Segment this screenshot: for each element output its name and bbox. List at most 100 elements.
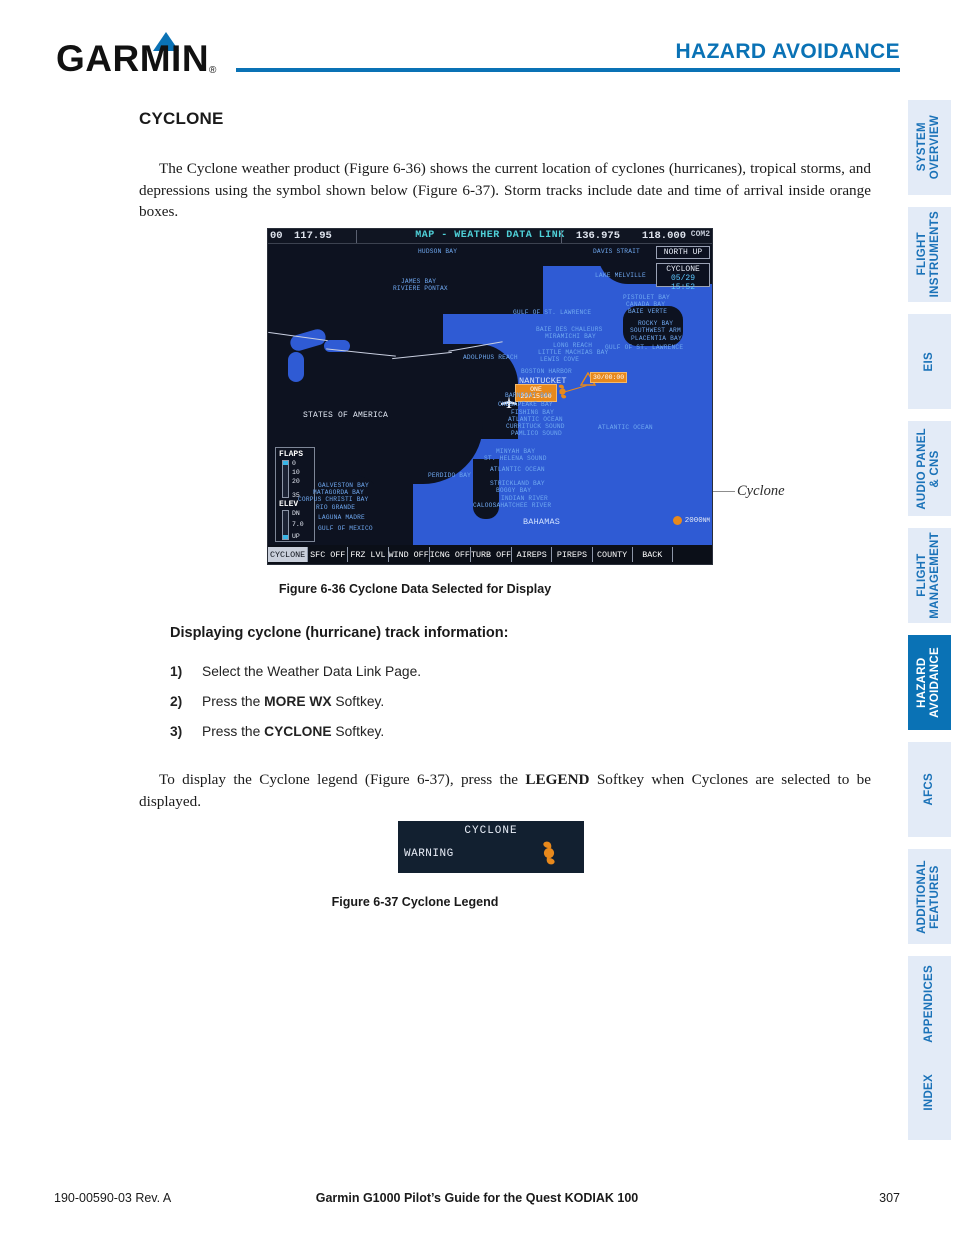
sidebar-tab-audio-panel-cns[interactable]: AUDIO PANEL & CNS [908,421,951,516]
map-label: CURRITUCK SOUND [506,423,565,430]
topbar-divider [561,230,562,243]
page-footer: 190-00590-03 Rev. A Garmin G1000 Pilot’s… [0,1191,954,1211]
softkey-pireps[interactable]: PIREPS [552,547,593,562]
sidebar-tab-label: HAZARD AVOIDANCE [916,647,942,718]
mfd-screenshot-figure: 00 117.95 MAP - WEATHER DATA LINK 136.97… [267,228,713,565]
map-range-indicator: 2000 NM [672,515,710,526]
map-orientation-box[interactable]: NORTH UP [656,246,710,259]
cyclone-symbol-icon [558,384,567,399]
softkey-turb-off[interactable]: TURB OFF [471,547,513,562]
flaps-gauge-label: FLAPS [279,450,304,459]
range-units: NM [702,517,710,524]
flaps-tick: 10 [292,469,300,476]
elev-gauge-scale [282,510,289,540]
softkey-county[interactable]: COUNTY [593,547,633,562]
figure-36-caption: Figure 6-36 Cyclone Data Selected for Di… [278,582,552,596]
sidebar-tab-appendices[interactable]: APPENDICES [908,956,951,1051]
registered-mark: ® [209,65,217,76]
sidebar-tab-label: FLIGHT MANAGEMENT [916,532,942,619]
step-number: 2) [170,694,183,709]
softkey-wind-off[interactable]: WIND OFF [389,547,430,562]
map-label: FISHING BAY [511,409,555,416]
map-label: GULF OF MEXICO [318,525,373,532]
sidebar-tab-label: EIS [922,351,935,372]
map-label: ATLANTIC OCEAN [508,416,563,423]
elev-tick: UP [292,533,300,540]
legend-paragraph: To display the Cyclone legend (Figure 6-… [139,771,871,810]
com2-label: COM2 [690,230,710,239]
sidebar-tab-label: FLIGHT INSTRUMENTS [916,211,942,298]
map-label: NANTUCKET [519,376,567,386]
map-label: CORPUS CHRISTI BAY [298,496,369,503]
map-label: JAMES BAY [401,278,437,285]
softkey-empty [673,547,712,562]
map-label: BOSTON HARBOR [521,368,572,375]
map-label: BAIE VERTE [628,308,668,315]
map-label: HUDSON BAY [418,248,458,255]
map-label: MATAGORDA BAY [313,489,364,496]
map-label: GULF OF ST. LAWRENCE [513,309,592,316]
elev-tick: 7.0 [292,521,304,528]
callout-label-cyclone: Cyclone [737,483,785,499]
sidebar-tab-flight-instruments[interactable]: FLIGHT INSTRUMENTS [908,207,951,302]
map-label: MIRAMICHI BAY [545,333,596,340]
map-label: BOGGY BAY [496,487,532,494]
map-label: CHESAPEAKE BAY [498,401,553,408]
callout-leader-line [713,491,735,492]
weather-product-box[interactable]: CYCLONE 05/29 15:52 [656,263,710,292]
step-number: 3) [170,724,183,739]
map-label: INDIAN RIVER [501,495,548,502]
cyclone-legend-figure: CYCLONE WARNING [398,821,584,873]
elev-tick: DN [292,510,300,517]
map-label: LONG REACH [553,342,593,349]
sidebar-tab-flight-management[interactable]: FLIGHT MANAGEMENT [908,528,951,623]
sidebar-tab-eis[interactable]: EIS [908,314,951,409]
map-label: GULF OF ST. LAWRENCE [605,344,684,351]
softkey-icng-off[interactable]: ICNG OFF [430,547,471,562]
map-label: DAVIS STRAIT [593,248,640,255]
sidebar-tab-label: AUDIO PANEL & CNS [916,427,942,510]
map-label: BARNEGAT BAY [505,392,552,399]
map-label: CANADA BAY [626,301,666,308]
softkey-aireps[interactable]: AIREPS [512,547,553,562]
sidebar-tab-label: APPENDICES [922,964,935,1043]
figure-37-caption: Figure 6-37 Cyclone Legend [331,895,499,909]
map-label: GALVESTON BAY [318,482,369,489]
map-label: MINYAH BAY [496,448,536,455]
flaps-tick: 0 [292,460,296,467]
sidebar-tab-afcs[interactable]: AFCS [908,742,951,837]
step-number: 1) [170,664,183,679]
map-label: STATES OF AMERICA [303,411,389,420]
step-text: Press the MORE WX Softkey. [202,694,385,709]
range-ring-icon [672,516,682,525]
sidebar-tab-label: SYSTEM OVERVIEW [916,115,942,180]
softkey-back[interactable]: BACK [633,547,673,562]
sidebar-tab-index[interactable]: INDEX [908,1045,951,1140]
map-label: LEWIS COVE [540,356,580,363]
elev-gauge-label: ELEV [279,500,299,509]
footer-document-title: Garmin G1000 Pilot’s Guide for the Quest… [315,1191,639,1205]
map-label: RIVIERE PONTAX [393,285,448,292]
intro-paragraph: The Cyclone weather product (Figure 6-36… [139,160,871,221]
map-label: PISTOLET BAY [623,294,670,301]
sidebar-tab-system-overview[interactable]: SYSTEM OVERVIEW [908,100,951,195]
map-label: LAGUNA MADRE [318,514,365,521]
map-label: RIO GRANDE [316,504,356,511]
sidebar-tab-hazard-avoidance[interactable]: HAZARD AVOIDANCE [908,635,951,730]
map-label: CALOOSAHATCHEE RIVER [473,502,552,509]
logo-wordmark: GARMIN [56,38,210,79]
softkey-frz-lvl[interactable]: FRZ LVL [348,547,389,562]
map-label: LAKE MELVILLE [595,272,646,279]
map-label: LITTLE MACHIAS BAY [538,349,609,356]
forecast-time-box: 30/00:00 [590,372,628,384]
range-value: 2000 [684,516,703,525]
header-divider [236,68,900,72]
sidebar-tab-label: AFCS [922,773,935,806]
map-label: ATLANTIC OCEAN [490,466,545,473]
page-title: HAZARD AVOIDANCE [675,40,900,63]
sidebar-tab-additional-features[interactable]: ADDITIONAL FEATURES [908,849,951,944]
map-label: ST. HELENA SOUND [484,455,547,462]
softkey-cyclone[interactable]: CYCLONE [268,547,309,562]
softkey-sfc-off[interactable]: SFC OFF [308,547,349,562]
page-header: GARMIN ® HAZARD AVOIDANCE [0,0,954,95]
